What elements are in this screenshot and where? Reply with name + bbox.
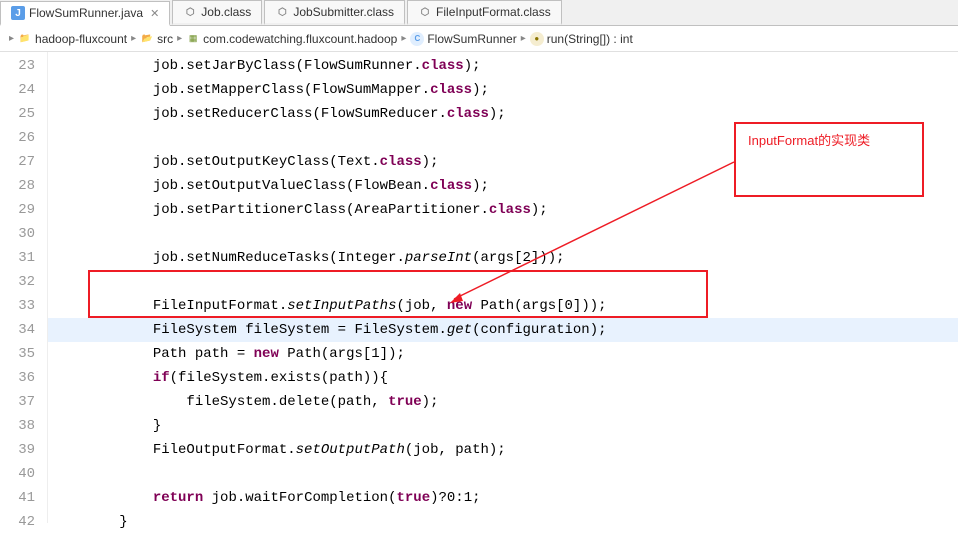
tab-label: FlowSumRunner.java [29, 6, 143, 20]
line-number: 34 [0, 318, 47, 342]
line-number: 27 [0, 150, 47, 174]
line-number: 32 [0, 270, 47, 294]
breadcrumb-method[interactable]: ● run(String[]) : int [530, 32, 633, 46]
breadcrumb: ▸ 📁 hadoop-fluxcount ▸ 📂 src ▸ ▦ com.cod… [0, 26, 958, 52]
code-line: job.setPartitionerClass(AreaPartitioner.… [48, 198, 958, 222]
code-editor[interactable]: 2324252627282930313233343536373839404142… [0, 52, 958, 523]
package-icon: ▦ [186, 32, 200, 46]
chevron-right-icon: ▸ [177, 33, 182, 44]
editor-tabs: J FlowSumRunner.java ✕ ⬡ Job.class ⬡ Job… [0, 0, 958, 26]
line-number: 42 [0, 510, 47, 534]
code-line [48, 462, 958, 486]
line-number: 39 [0, 438, 47, 462]
line-number: 24 [0, 78, 47, 102]
project-icon: 📁 [18, 32, 32, 46]
tab-label: Job.class [201, 5, 251, 19]
line-number: 33 [0, 294, 47, 318]
line-number: 28 [0, 174, 47, 198]
code-line: } [48, 510, 958, 534]
code-line: return job.waitForCompletion(true)?0:1; [48, 486, 958, 510]
chevron-right-icon: ▸ [401, 33, 406, 44]
line-number: 29 [0, 198, 47, 222]
breadcrumb-src[interactable]: 📂 src [140, 32, 173, 46]
chevron-right-icon: ▸ [521, 33, 526, 44]
code-line: FileInputFormat.setInputPaths(job, new P… [48, 294, 958, 318]
class-file-icon: ⬡ [183, 5, 197, 19]
code-line: job.setNumReduceTasks(Integer.parseInt(a… [48, 246, 958, 270]
code-line [48, 270, 958, 294]
line-number: 31 [0, 246, 47, 270]
line-number: 23 [0, 54, 47, 78]
code-line: job.setMapperClass(FlowSumMapper.class); [48, 78, 958, 102]
line-number: 25 [0, 102, 47, 126]
java-file-icon: J [11, 6, 25, 20]
code-line: job.setJarByClass(FlowSumRunner.class); [48, 54, 958, 78]
code-line: job.setOutputValueClass(FlowBean.class); [48, 174, 958, 198]
code-line-current: FileSystem fileSystem = FileSystem.get(c… [48, 318, 958, 342]
code-line: fileSystem.delete(path, true); [48, 390, 958, 414]
breadcrumb-package[interactable]: ▦ com.codewatching.fluxcount.hadoop [186, 32, 397, 46]
tab-flowsumrunner[interactable]: J FlowSumRunner.java ✕ [0, 1, 170, 26]
tab-job[interactable]: ⬡ Job.class [172, 0, 262, 25]
line-number: 30 [0, 222, 47, 246]
source-folder-icon: 📂 [140, 32, 154, 46]
class-file-icon: ⬡ [275, 5, 289, 19]
code-content[interactable]: job.setJarByClass(FlowSumRunner.class); … [48, 52, 958, 523]
line-number: 35 [0, 342, 47, 366]
code-line: if(fileSystem.exists(path)){ [48, 366, 958, 390]
class-file-icon: ⬡ [418, 5, 432, 19]
line-number: 38 [0, 414, 47, 438]
line-number: 41 [0, 486, 47, 510]
breadcrumb-project[interactable]: 📁 hadoop-fluxcount [18, 32, 127, 46]
line-number: 40 [0, 462, 47, 486]
line-number-gutter: 2324252627282930313233343536373839404142 [0, 52, 48, 523]
chevron-right-icon: ▸ [131, 33, 136, 44]
tab-label: JobSubmitter.class [293, 5, 394, 19]
code-line: Path path = new Path(args[1]); [48, 342, 958, 366]
breadcrumb-class[interactable]: C FlowSumRunner [410, 32, 516, 46]
close-icon[interactable]: ✕ [150, 7, 159, 20]
tab-jobsubmitter[interactable]: ⬡ JobSubmitter.class [264, 0, 405, 25]
code-line: } [48, 414, 958, 438]
line-number: 26 [0, 126, 47, 150]
tab-label: FileInputFormat.class [436, 5, 551, 19]
code-line: job.setOutputKeyClass(Text.class); [48, 150, 958, 174]
line-number: 37 [0, 390, 47, 414]
chevron-right-icon: ▸ [9, 33, 14, 44]
class-icon: C [410, 32, 424, 46]
code-line: job.setReducerClass(FlowSumReducer.class… [48, 102, 958, 126]
code-line [48, 222, 958, 246]
method-icon: ● [530, 32, 544, 46]
code-line: FileOutputFormat.setOutputPath(job, path… [48, 438, 958, 462]
tab-fileinputformat[interactable]: ⬡ FileInputFormat.class [407, 0, 562, 25]
line-number: 36 [0, 366, 47, 390]
annotation-label: InputFormat的实现类 [748, 130, 870, 149]
